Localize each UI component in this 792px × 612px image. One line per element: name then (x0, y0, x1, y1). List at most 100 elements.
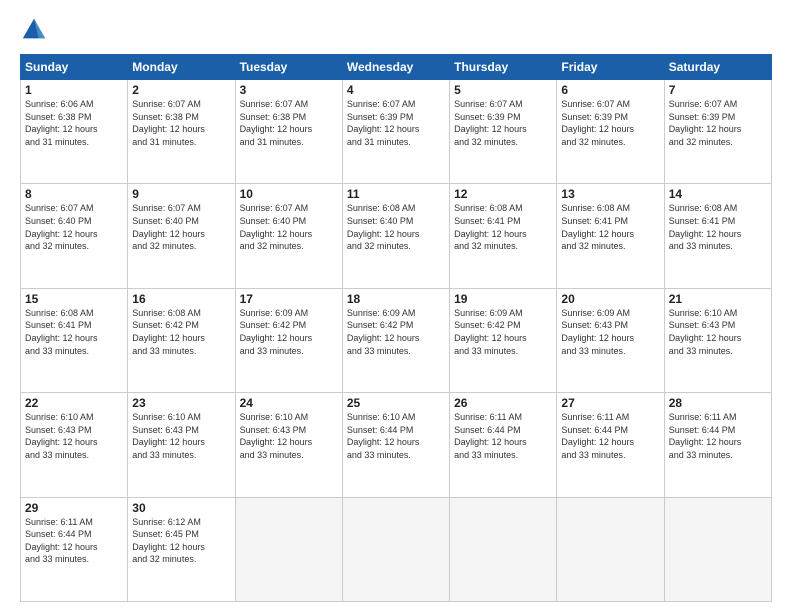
day-cell: 25Sunrise: 6:10 AM Sunset: 6:44 PM Dayli… (342, 393, 449, 497)
day-info: Sunrise: 6:07 AM Sunset: 6:38 PM Dayligh… (240, 98, 338, 148)
day-cell: 28Sunrise: 6:11 AM Sunset: 6:44 PM Dayli… (664, 393, 771, 497)
day-number: 18 (347, 292, 445, 306)
day-cell: 16Sunrise: 6:08 AM Sunset: 6:42 PM Dayli… (128, 288, 235, 392)
header (20, 16, 772, 44)
day-cell: 7Sunrise: 6:07 AM Sunset: 6:39 PM Daylig… (664, 80, 771, 184)
day-info: Sunrise: 6:09 AM Sunset: 6:43 PM Dayligh… (561, 307, 659, 357)
day-cell: 19Sunrise: 6:09 AM Sunset: 6:42 PM Dayli… (450, 288, 557, 392)
weekday-header-thursday: Thursday (450, 55, 557, 80)
day-number: 5 (454, 83, 552, 97)
day-info: Sunrise: 6:08 AM Sunset: 6:41 PM Dayligh… (669, 202, 767, 252)
day-info: Sunrise: 6:10 AM Sunset: 6:43 PM Dayligh… (132, 411, 230, 461)
day-cell: 18Sunrise: 6:09 AM Sunset: 6:42 PM Dayli… (342, 288, 449, 392)
week-row-1: 1Sunrise: 6:06 AM Sunset: 6:38 PM Daylig… (21, 80, 772, 184)
day-info: Sunrise: 6:08 AM Sunset: 6:41 PM Dayligh… (25, 307, 123, 357)
week-row-5: 29Sunrise: 6:11 AM Sunset: 6:44 PM Dayli… (21, 497, 772, 601)
weekday-header-tuesday: Tuesday (235, 55, 342, 80)
day-info: Sunrise: 6:07 AM Sunset: 6:39 PM Dayligh… (454, 98, 552, 148)
day-cell: 4Sunrise: 6:07 AM Sunset: 6:39 PM Daylig… (342, 80, 449, 184)
day-cell: 3Sunrise: 6:07 AM Sunset: 6:38 PM Daylig… (235, 80, 342, 184)
week-row-3: 15Sunrise: 6:08 AM Sunset: 6:41 PM Dayli… (21, 288, 772, 392)
logo-icon (20, 16, 48, 44)
week-row-4: 22 Sunrise: 6:10 AM Sunset: 6:43 PM Dayli… (21, 393, 772, 497)
day-number: 29 (25, 501, 123, 515)
weekday-header-wednesday: Wednesday (342, 55, 449, 80)
week-row-2: 8Sunrise: 6:07 AM Sunset: 6:40 PM Daylig… (21, 184, 772, 288)
day-info: Sunrise: 6:11 AM Sunset: 6:44 PM Dayligh… (669, 411, 767, 461)
day-info: Sunrise: 6:07 AM Sunset: 6:38 PM Dayligh… (132, 98, 230, 148)
day-info: Sunrise: 6:08 AM Sunset: 6:41 PM Dayligh… (561, 202, 659, 252)
day-number: 22 (25, 396, 123, 410)
day-info: Sunrise: 6:10 AM Sunset: 6:43 PM Dayligh… (240, 411, 338, 461)
day-info: Sunrise: 6:11 AM Sunset: 6:44 PM Dayligh… (25, 516, 123, 566)
day-info: Sunrise: 6:10 AM Sunset: 6:43 PM Dayligh… (669, 307, 767, 357)
day-cell: 23Sunrise: 6:10 AM Sunset: 6:43 PM Dayli… (128, 393, 235, 497)
day-info: Sunrise: 6:09 AM Sunset: 6:42 PM Dayligh… (240, 307, 338, 357)
day-info: Sunrise: 6:09 AM Sunset: 6:42 PM Dayligh… (347, 307, 445, 357)
day-number: 6 (561, 83, 659, 97)
day-cell: 27Sunrise: 6:11 AM Sunset: 6:44 PM Dayli… (557, 393, 664, 497)
day-number: 19 (454, 292, 552, 306)
day-cell: 2Sunrise: 6:07 AM Sunset: 6:38 PM Daylig… (128, 80, 235, 184)
day-cell: 5Sunrise: 6:07 AM Sunset: 6:39 PM Daylig… (450, 80, 557, 184)
logo (20, 16, 52, 44)
day-number: 26 (454, 396, 552, 410)
day-info: Sunrise: 6:07 AM Sunset: 6:39 PM Dayligh… (669, 98, 767, 148)
day-number: 20 (561, 292, 659, 306)
day-info: Sunrise: 6:12 AM Sunset: 6:45 PM Dayligh… (132, 516, 230, 566)
day-number: 15 (25, 292, 123, 306)
day-cell: 14Sunrise: 6:08 AM Sunset: 6:41 PM Dayli… (664, 184, 771, 288)
day-cell: 12Sunrise: 6:08 AM Sunset: 6:41 PM Dayli… (450, 184, 557, 288)
day-info: Sunrise: 6:07 AM Sunset: 6:40 PM Dayligh… (240, 202, 338, 252)
day-cell: 8Sunrise: 6:07 AM Sunset: 6:40 PM Daylig… (21, 184, 128, 288)
day-info: Sunrise: 6:10 AM Sunset: 6:44 PM Dayligh… (347, 411, 445, 461)
calendar-table: SundayMondayTuesdayWednesdayThursdayFrid… (20, 54, 772, 602)
day-cell: 15Sunrise: 6:08 AM Sunset: 6:41 PM Dayli… (21, 288, 128, 392)
day-cell: 6Sunrise: 6:07 AM Sunset: 6:39 PM Daylig… (557, 80, 664, 184)
day-cell (664, 497, 771, 601)
day-number: 21 (669, 292, 767, 306)
day-number: 4 (347, 83, 445, 97)
day-number: 11 (347, 187, 445, 201)
day-number: 7 (669, 83, 767, 97)
day-info: Sunrise: 6:08 AM Sunset: 6:40 PM Dayligh… (347, 202, 445, 252)
day-number: 14 (669, 187, 767, 201)
day-info: Sunrise: 6:08 AM Sunset: 6:41 PM Dayligh… (454, 202, 552, 252)
day-cell: 13Sunrise: 6:08 AM Sunset: 6:41 PM Dayli… (557, 184, 664, 288)
day-cell: 30Sunrise: 6:12 AM Sunset: 6:45 PM Dayli… (128, 497, 235, 601)
day-info: Sunrise: 6:07 AM Sunset: 6:39 PM Dayligh… (347, 98, 445, 148)
day-info: Sunrise: 6:08 AM Sunset: 6:42 PM Dayligh… (132, 307, 230, 357)
day-cell: 9Sunrise: 6:07 AM Sunset: 6:40 PM Daylig… (128, 184, 235, 288)
day-number: 24 (240, 396, 338, 410)
day-cell (557, 497, 664, 601)
day-info: Sunrise: 6:07 AM Sunset: 6:39 PM Dayligh… (561, 98, 659, 148)
day-number: 17 (240, 292, 338, 306)
day-number: 28 (669, 396, 767, 410)
weekday-header-row: SundayMondayTuesdayWednesdayThursdayFrid… (21, 55, 772, 80)
day-cell (342, 497, 449, 601)
day-cell (450, 497, 557, 601)
day-number: 1 (25, 83, 123, 97)
day-cell: 1Sunrise: 6:06 AM Sunset: 6:38 PM Daylig… (21, 80, 128, 184)
weekday-header-monday: Monday (128, 55, 235, 80)
day-cell: 24Sunrise: 6:10 AM Sunset: 6:43 PM Dayli… (235, 393, 342, 497)
day-number: 25 (347, 396, 445, 410)
day-cell (235, 497, 342, 601)
weekday-header-sunday: Sunday (21, 55, 128, 80)
day-cell: 17Sunrise: 6:09 AM Sunset: 6:42 PM Dayli… (235, 288, 342, 392)
day-number: 23 (132, 396, 230, 410)
day-cell: 21Sunrise: 6:10 AM Sunset: 6:43 PM Dayli… (664, 288, 771, 392)
day-cell: 29Sunrise: 6:11 AM Sunset: 6:44 PM Dayli… (21, 497, 128, 601)
day-number: 13 (561, 187, 659, 201)
day-info: Sunrise: 6:06 AM Sunset: 6:38 PM Dayligh… (25, 98, 123, 148)
calendar-page: SundayMondayTuesdayWednesdayThursdayFrid… (0, 0, 792, 612)
day-info: Sunrise: 6:11 AM Sunset: 6:44 PM Dayligh… (561, 411, 659, 461)
weekday-header-saturday: Saturday (664, 55, 771, 80)
day-number: 16 (132, 292, 230, 306)
day-cell: 22Sunrise: 6:10 AM Sunset: 6:43 PM Dayli… (21, 393, 128, 497)
day-number: 2 (132, 83, 230, 97)
day-number: 30 (132, 501, 230, 515)
day-number: 27 (561, 396, 659, 410)
day-info: Sunrise: 6:07 AM Sunset: 6:40 PM Dayligh… (25, 202, 123, 252)
day-info: Sunrise: 6:11 AM Sunset: 6:44 PM Dayligh… (454, 411, 552, 461)
